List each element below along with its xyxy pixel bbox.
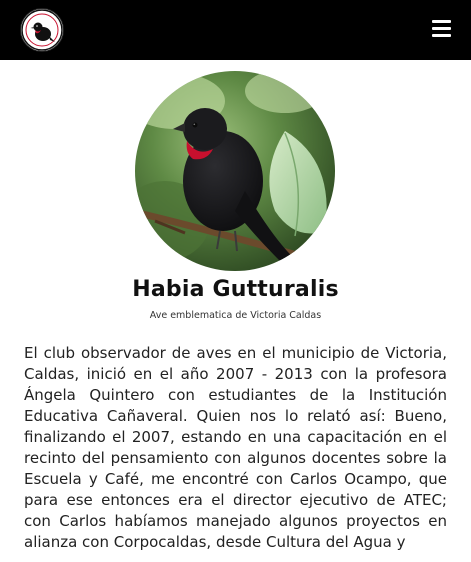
bird-subtitle: Ave emblematica de Victoria Caldas — [149, 310, 322, 321]
bird-name-heading: Habia Gutturalis — [132, 277, 339, 302]
top-navigation-bar — [0, 0, 471, 60]
menu-bar-line — [432, 27, 451, 30]
club-logo-icon[interactable] — [20, 8, 64, 52]
hamburger-menu-icon[interactable] — [432, 20, 451, 37]
bird-photo — [135, 71, 335, 271]
story-paragraph: El club observador de aves en el municip… — [24, 344, 447, 551]
menu-bar-line — [432, 34, 451, 37]
menu-bar-line — [432, 20, 451, 23]
